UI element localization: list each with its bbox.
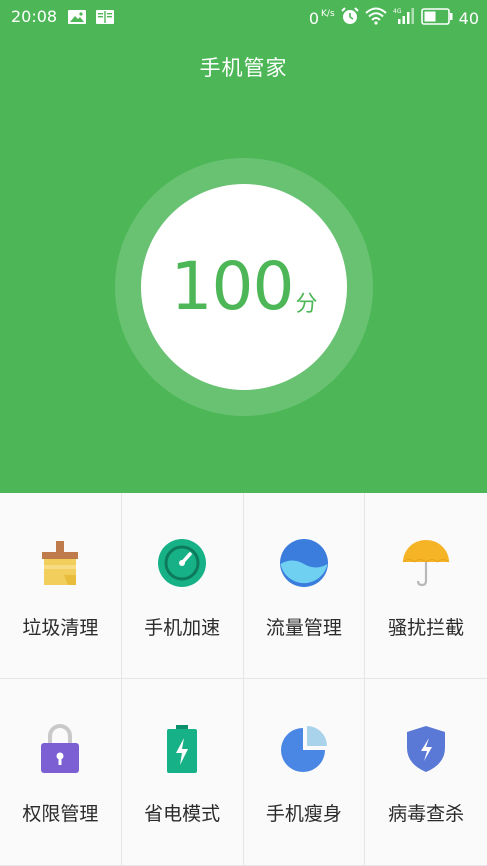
broom-icon	[34, 537, 86, 589]
score-value: 100	[170, 248, 295, 325]
battery-bolt-icon	[156, 723, 208, 775]
tool-speed-up[interactable]: 手机加速	[121, 493, 244, 679]
image-notification-icon	[67, 9, 87, 29]
tool-harass-block[interactable]: 骚扰拦截	[365, 493, 487, 679]
cell-signal-icon: 4G	[393, 7, 415, 29]
tool-label: 垃圾清理	[22, 617, 99, 639]
status-right: 0 K/s 4G 40	[309, 7, 479, 29]
data-speed: 0 K/s	[308, 8, 335, 28]
battery-icon	[420, 7, 453, 29]
tool-label: 手机瘦身	[265, 803, 342, 825]
battery-percent: 40	[458, 8, 479, 28]
wifi-icon	[364, 7, 387, 29]
tool-phone-slim[interactable]: 手机瘦身	[243, 679, 366, 866]
hero-panel: 20:08 0 K/s 4G 40 手机管家 100 分	[0, 0, 487, 493]
tool-label: 流量管理	[265, 617, 342, 639]
umbrella-icon	[400, 537, 452, 589]
status-bar: 20:08 0 K/s 4G 40	[0, 0, 487, 34]
tool-label: 权限管理	[22, 803, 99, 825]
tool-label: 病毒查杀	[388, 803, 465, 825]
pie-chart-icon	[278, 723, 330, 775]
tool-virus-scan[interactable]: 病毒查杀	[365, 679, 487, 866]
tool-power-saving[interactable]: 省电模式	[121, 679, 244, 866]
tool-label: 省电模式	[144, 803, 221, 825]
score-unit: 分	[295, 292, 318, 317]
status-time: 20:08	[11, 7, 58, 26]
tool-label: 手机加速	[144, 617, 221, 639]
score-button[interactable]: 100 分	[141, 184, 347, 390]
page-title: 手机管家	[199, 56, 288, 80]
tool-label: 骚扰拦截	[388, 617, 465, 639]
speedometer-icon	[156, 537, 208, 589]
svg-text:4G: 4G	[393, 8, 402, 15]
alarm-icon	[340, 7, 359, 29]
tool-junk-clean[interactable]: 垃圾清理	[0, 493, 122, 679]
lock-icon	[34, 723, 86, 775]
tool-data-manage[interactable]: 流量管理	[243, 493, 366, 679]
shield-bolt-icon	[400, 723, 452, 775]
book-notification-icon	[95, 9, 115, 29]
data-wave-icon	[278, 537, 330, 589]
tool-permission-manage[interactable]: 权限管理	[0, 679, 122, 866]
tools-grid: 垃圾清理 手机加速 流量管理 骚扰拦截 权限管理 省电模式 手机瘦身 病毒查杀	[0, 493, 487, 866]
